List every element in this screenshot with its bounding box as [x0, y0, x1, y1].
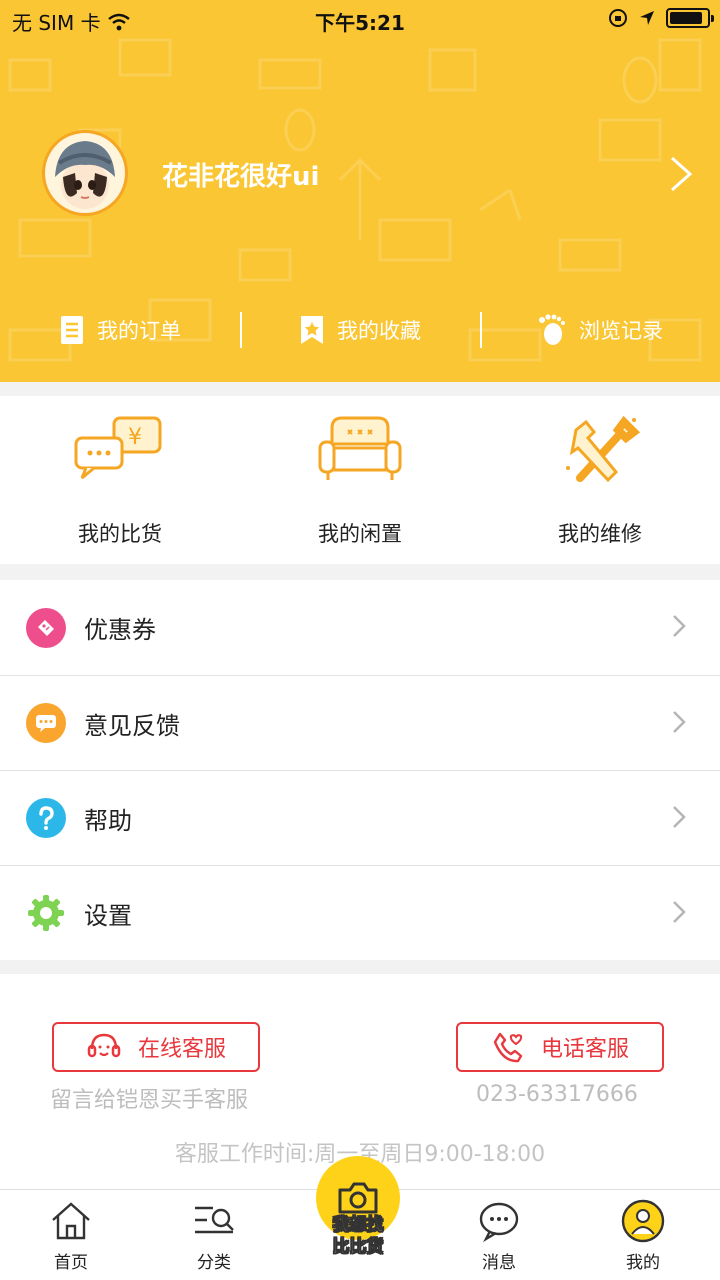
- battery-level: [670, 12, 703, 24]
- menu-label: 意见反馈: [84, 711, 180, 740]
- coupon-icon: [26, 607, 66, 648]
- username[interactable]: 花非花很好ui: [162, 156, 319, 193]
- bookmark-star-icon: [301, 316, 323, 344]
- footprint-icon: [539, 314, 565, 345]
- battery-icon: [666, 8, 714, 28]
- menu-item-feedback[interactable]: 意见反馈: [0, 675, 720, 770]
- tab-label: 首页: [54, 1253, 88, 1273]
- menu-item-coupons[interactable]: 优惠券: [0, 580, 720, 675]
- status-bar: 无 SIM 卡 下午5:21: [0, 0, 720, 40]
- chevron-right-icon: [673, 806, 686, 828]
- feedback-icon: [26, 703, 66, 743]
- avatar[interactable]: [42, 130, 128, 216]
- online-service-label: 在线客服: [137, 1037, 226, 1062]
- location-arrow-icon: [640, 11, 654, 25]
- tab-label: 我的: [626, 1253, 660, 1273]
- phone-icon: [493, 1032, 523, 1063]
- online-service-button[interactable]: 在线客服: [52, 1022, 260, 1072]
- category-search-icon: [195, 1206, 234, 1234]
- center-label-line2: 比比货: [332, 1237, 384, 1258]
- tab-messages[interactable]: 消息: [449, 1198, 549, 1273]
- quick-link-favorites[interactable]: 我的收藏: [240, 300, 480, 360]
- orientation-lock-icon: [609, 9, 627, 27]
- tab-label: 分类: [197, 1253, 231, 1273]
- document-icon: [61, 316, 83, 344]
- feature-label: 我的比货: [78, 522, 162, 546]
- user-profile-icon: [621, 1199, 665, 1243]
- online-service-subtitle: 留言给铠恩买手客服: [50, 1088, 249, 1113]
- tab-label: 消息: [482, 1253, 516, 1273]
- chevron-right-icon: [673, 615, 686, 637]
- chevron-right-icon: [673, 901, 686, 923]
- tab-home[interactable]: 首页: [21, 1198, 121, 1273]
- quick-link-label: 浏览记录: [579, 319, 663, 343]
- tab-mine[interactable]: 我的: [593, 1198, 693, 1273]
- svg-text:¥: ¥: [128, 425, 142, 450]
- quick-links: 我的订单 我的收藏 浏览记录: [0, 300, 720, 360]
- settings-icon: [26, 893, 66, 933]
- feature-my-idle[interactable]: 我的闲置: [240, 396, 480, 564]
- chevron-right-icon[interactable]: [668, 154, 694, 194]
- phone-service-number[interactable]: 023-63317666: [476, 1082, 638, 1107]
- center-camera-label[interactable]: 我想找 比比货: [300, 1214, 416, 1258]
- camera-icon: [338, 1182, 378, 1214]
- quick-link-orders[interactable]: 我的订单: [0, 300, 240, 360]
- phone-service-label: 电话客服: [540, 1037, 629, 1062]
- home-icon: [52, 1202, 90, 1240]
- feature-row: ¥ 我的比货 我的闲置 我的维修: [0, 396, 720, 564]
- help-icon: [26, 798, 66, 838]
- tools-icon: [566, 415, 641, 483]
- feature-my-repair[interactable]: 我的维修: [480, 396, 720, 564]
- menu-list: 优惠券 意见反馈 帮助 设置: [0, 580, 720, 960]
- avatar-illustration: [55, 141, 115, 209]
- quick-link-label: 我的订单: [97, 319, 181, 343]
- menu-label: 帮助: [84, 806, 132, 835]
- menu-item-settings[interactable]: 设置: [0, 865, 720, 960]
- menu-label: 优惠券: [84, 616, 156, 644]
- feature-label: 我的维修: [558, 522, 642, 546]
- sofa-icon: [318, 416, 402, 480]
- quick-link-history[interactable]: 浏览记录: [480, 300, 720, 360]
- phone-service-button[interactable]: 电话客服: [456, 1022, 664, 1072]
- chevron-right-icon: [673, 711, 686, 733]
- menu-label: 设置: [84, 901, 132, 930]
- center-label-line1: 我想找: [332, 1215, 384, 1236]
- chat-price-icon: ¥: [74, 416, 162, 480]
- message-bubble-icon: [479, 1202, 519, 1243]
- feature-label: 我的闲置: [318, 522, 402, 546]
- tab-category[interactable]: 分类: [164, 1198, 264, 1273]
- quick-link-label: 我的收藏: [337, 319, 421, 343]
- profile-header: 无 SIM 卡 下午5:21 花非花很好ui 我的订单 我的收藏 浏览记录: [0, 0, 720, 382]
- menu-item-help[interactable]: 帮助: [0, 770, 720, 865]
- headset-icon: [87, 1033, 121, 1058]
- feature-my-compare[interactable]: ¥ 我的比货: [0, 396, 240, 564]
